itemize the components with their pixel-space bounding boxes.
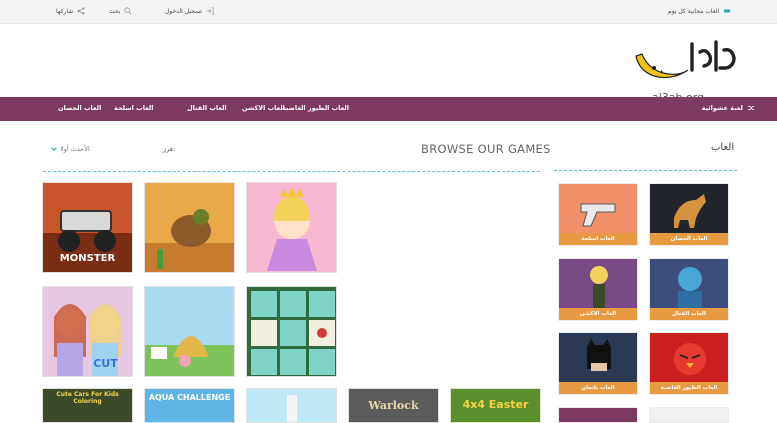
header: al3ab.org (0, 24, 777, 104)
game-thumbnail (145, 287, 234, 376)
share-icon (77, 7, 85, 15)
category-thumbnail (650, 408, 728, 422)
game-tile-princess[interactable] (246, 182, 337, 273)
sidebar-divider (554, 170, 737, 171)
game-thumbnail (247, 389, 336, 422)
game-thumbnail (247, 287, 336, 376)
game-tile-cute-cars[interactable]: Cute Cars For Kids Coloring (42, 388, 133, 423)
random-game-link[interactable]: لعبة عشوائية (702, 104, 755, 112)
category-weapons[interactable]: العاب اسلحة (558, 183, 638, 246)
tile-label: Warlock (368, 399, 419, 412)
login-label: تسجيل الدخول (165, 7, 202, 15)
category-label: العاب باتمان (559, 382, 637, 394)
divider (43, 171, 540, 172)
game-tile-monster-truck[interactable]: MONSTER (42, 182, 133, 273)
category-thumbnail (559, 259, 637, 310)
main-nav: العاب الطيور الغاضبة العاب الاكشن العاب … (0, 97, 777, 121)
category-thumbnail (650, 333, 728, 384)
category-label: العاب الطيور الغاضبة (650, 382, 728, 394)
sort-select[interactable]: الأحدث أولا (60, 145, 90, 153)
sidebar-title: العاب (711, 142, 735, 153)
daily-games-link[interactable]: العاب مجانية كل يوم (668, 7, 731, 15)
nav-item-weapons[interactable]: العاب اسلحة (114, 104, 153, 112)
gamepad-icon (723, 9, 731, 13)
game-tile-farm[interactable] (144, 286, 235, 377)
game-tile-aqua-challenge[interactable]: AQUA CHALLENGE (144, 388, 235, 423)
page-title: BROWSE OUR GAMES (421, 142, 551, 156)
category-angry-birds[interactable]: العاب الطيور الغاضبة (649, 332, 729, 395)
share-link[interactable]: شاركها (56, 7, 85, 15)
tile-label: MONSTER (59, 253, 116, 264)
category-more-2[interactable] (558, 407, 638, 423)
category-thumbnail (650, 184, 728, 235)
sort-label: فرز: (163, 145, 176, 153)
game-tile-memory[interactable] (246, 286, 337, 377)
category-horse[interactable]: العاب الحصان (649, 183, 729, 246)
site-logo[interactable] (632, 34, 742, 94)
game-tile-twins-cut[interactable]: CUT (42, 286, 133, 377)
game-tile-lighthouse[interactable] (246, 388, 337, 423)
category-label: العاب الحصان (650, 233, 728, 245)
search-link[interactable]: بحث (109, 7, 132, 15)
category-thumbnail (650, 259, 728, 310)
tile-label: CUT (93, 357, 118, 370)
shuffle-icon (747, 106, 755, 110)
top-bar: العاب مجانية كل يوم تسجيل الدخول بحث شار… (0, 0, 777, 24)
search-label: بحث (109, 7, 121, 15)
game-tile-warlock[interactable]: Warlock (348, 388, 439, 423)
category-label: العاب الاكشن (559, 308, 637, 320)
game-tile-easter[interactable]: 4x4 Easter (450, 388, 541, 423)
category-more-1[interactable] (649, 407, 729, 423)
login-link[interactable]: تسجيل الدخول (165, 7, 214, 15)
game-thumbnail (145, 183, 234, 272)
nav-item-horse[interactable]: العاب الحصان (58, 104, 101, 112)
nav-item-fighting[interactable]: العاب القتال (187, 104, 227, 112)
tile-label: Cute Cars For Kids Coloring (56, 391, 119, 405)
nav-item-angry-birds[interactable]: العاب الطيور الغاضبة (282, 104, 349, 112)
category-fighting[interactable]: العاب القتال (649, 258, 729, 321)
search-icon (124, 7, 132, 15)
category-label: العاب اسلحة (559, 233, 637, 245)
tile-label: AQUA CHALLENGE (148, 393, 231, 402)
category-batman[interactable]: العاب باتمان (558, 332, 638, 395)
game-tile-armadillo[interactable] (144, 182, 235, 273)
nav-item-action[interactable]: العاب الاكشن (242, 104, 285, 112)
random-game-label: لعبة عشوائية (701, 104, 743, 112)
category-thumbnail (559, 333, 637, 384)
chevron-down-icon[interactable] (51, 146, 57, 152)
category-thumbnail (559, 184, 637, 235)
category-thumbnail (559, 408, 637, 422)
login-icon (206, 7, 214, 15)
daily-games-label: العاب مجانية كل يوم (668, 7, 720, 15)
category-action[interactable]: العاب الاكشن (558, 258, 638, 321)
category-label: العاب القتال (650, 308, 728, 320)
game-thumbnail (247, 183, 336, 272)
share-label: شاركها (56, 7, 74, 15)
tile-label: 4x4 Easter (462, 398, 529, 411)
